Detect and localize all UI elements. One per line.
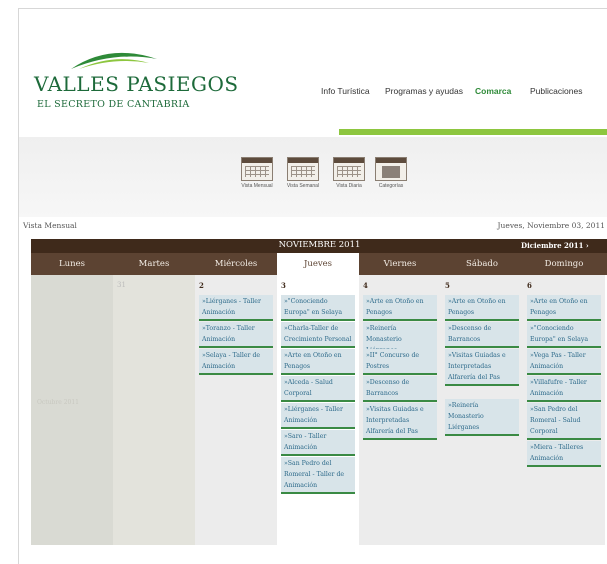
event-item[interactable]: »Liérganes - Taller Animación — [199, 295, 273, 321]
view-week-label: Vista Semanal — [286, 183, 320, 189]
day-cell-thursday[interactable]: 3 »"Conociendo Europa" en Selaya »Charla… — [277, 275, 359, 545]
day-number: 5 — [445, 281, 450, 290]
calendar-month-icon — [241, 157, 273, 181]
event-item[interactable]: »Arte en Otoño en Penagos — [527, 295, 601, 321]
day-cell-friday[interactable]: 4 »Arte en Otoño en Penagos »Reinería Mo… — [359, 275, 441, 545]
weekday-header: Lunes Martes Miércoles Jueves Viernes Sá… — [31, 253, 607, 275]
categories-button[interactable]: Categorías — [371, 157, 411, 189]
event-item[interactable]: »Arte en Otoño en Penagos — [445, 295, 519, 321]
calendar-day-icon — [333, 157, 365, 181]
day-number: 4 — [363, 281, 368, 290]
logo-swoosh-icon — [71, 52, 157, 69]
event-item[interactable]: »II° Concurso de Postres — [363, 349, 437, 375]
event-item[interactable]: »Saro - Taller Animación — [281, 430, 355, 456]
view-month-button[interactable]: Vista Mensual — [237, 157, 277, 189]
day-cell-monday: Octubre 2011 — [31, 275, 113, 545]
logo-subtitle: El secreto de Cantabria — [37, 99, 190, 110]
event-item[interactable]: »Visitas Guiadas e Interpretadas Alfarer… — [445, 349, 519, 386]
event-item[interactable]: »San Pedro del Romeral - Salud Corporal — [527, 403, 601, 440]
event-item[interactable]: »Arte en Otoño en Penagos — [363, 295, 437, 321]
categories-label: Categorías — [378, 183, 404, 189]
nav-item-programas-y-ayudas[interactable]: Programas y ayudas — [385, 86, 463, 96]
event-item[interactable]: »"Conociendo Europa" en Selaya — [281, 295, 355, 321]
event-item[interactable]: »Descenso de Barrancos — [363, 376, 437, 402]
next-month-link[interactable]: Diciembre 2011 › — [521, 241, 589, 250]
weekday-friday: Viernes — [383, 259, 417, 269]
day-cell-sunday[interactable]: 6 »Arte en Otoño en Penagos »"Conociendo… — [523, 275, 605, 545]
event-item[interactable]: »Alceda - Salud Corporal — [281, 376, 355, 402]
view-day-label: Vista Diaria — [336, 183, 362, 189]
event-item[interactable]: »"Conociendo Europa" en Selaya — [527, 322, 601, 348]
event-item[interactable]: »Liérganes - Taller Animación — [281, 403, 355, 429]
current-date: Jueves, Noviembre 03, 2011 — [497, 221, 605, 230]
nav-item-publicaciones[interactable]: Publicaciones — [530, 86, 582, 96]
nav-item-info-turistica[interactable]: Info Turística — [321, 86, 370, 96]
event-item[interactable]: »Descenso de Barrancos — [445, 322, 519, 348]
calendar-week-icon — [287, 157, 319, 181]
view-week-button[interactable]: Vista Semanal — [283, 157, 323, 189]
view-day-button[interactable]: Vista Diaria — [329, 157, 369, 189]
view-month-label: Vista Mensual — [241, 183, 273, 189]
weekday-saturday: Sábado — [466, 259, 498, 269]
day-number: 2 — [199, 281, 204, 290]
event-item[interactable]: »Villafufre - Taller Animación — [527, 376, 601, 402]
weekday-tuesday: Martes — [138, 259, 170, 269]
day-number: 6 — [527, 281, 532, 290]
day-number: 31 — [117, 281, 126, 289]
weekday-monday: Lunes — [59, 259, 85, 269]
previous-month-ghost: Octubre 2011 — [37, 399, 79, 406]
accent-bar — [339, 129, 607, 135]
folder-icon — [375, 157, 407, 181]
view-title: Vista Mensual — [23, 221, 77, 230]
nav-item-comarca[interactable]: Comarca — [475, 86, 511, 96]
weekday-thursday: Jueves — [277, 253, 359, 275]
page-frame: Valles Pasiegos El secreto de Cantabria … — [18, 8, 607, 564]
event-item[interactable]: »Charla-Taller de Crecimiento Personal — [281, 322, 355, 348]
event-item[interactable]: »Visitas Guiadas e Interpretadas Alfarer… — [363, 403, 437, 440]
site-logo[interactable]: Valles Pasiegos El secreto de Cantabria — [31, 49, 238, 129]
weekday-sunday: Domingo — [544, 259, 584, 269]
event-item[interactable]: »Selaya - Taller de Animación — [199, 349, 273, 375]
event-item[interactable]: »Reinería Monasterio Liérganes — [445, 399, 519, 436]
event-item[interactable]: »Miera - Talleres Animación — [527, 441, 601, 467]
event-item[interactable]: »Toranzo - Taller Animación — [199, 322, 273, 348]
event-item[interactable]: »Arte en Otoño en Penagos — [281, 349, 355, 375]
day-cell-saturday[interactable]: 5 »Arte en Otoño en Penagos »Descenso de… — [441, 275, 523, 545]
month-header: NOVIEMBRE 2011 Diciembre 2011 › — [31, 239, 607, 253]
day-cell-tuesday: 31 — [113, 275, 195, 545]
logo-title: Valles Pasiegos — [34, 72, 239, 96]
day-cell-wednesday[interactable]: 2 »Liérganes - Taller Animación »Toranzo… — [195, 275, 277, 545]
weekday-wednesday: Miércoles — [214, 259, 258, 269]
event-item[interactable]: »San Pedro del Romeral - Taller de Anima… — [281, 457, 355, 494]
event-item[interactable]: »Vega Pas - Taller Animación — [527, 349, 601, 375]
day-number: 3 — [281, 281, 286, 290]
